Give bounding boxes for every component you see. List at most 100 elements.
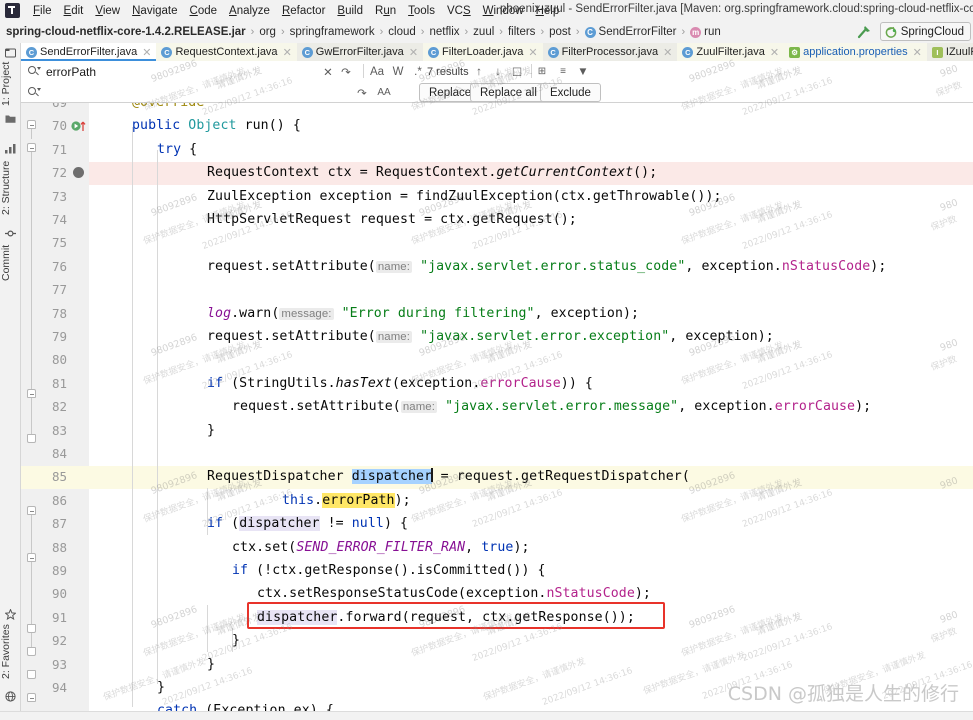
tab-label: IZuulFilter.java	[945, 46, 973, 58]
replace-all-button[interactable]: Replace all	[470, 83, 547, 102]
menu-view[interactable]: View	[89, 3, 126, 19]
breadcrumb-item-class[interactable]: C SendErrorFilter	[584, 26, 677, 38]
close-icon[interactable]: ✕	[663, 46, 672, 59]
menu-vcs[interactable]: VCS	[441, 3, 477, 19]
replace-input[interactable]	[46, 83, 366, 102]
exclude-button[interactable]: Exclude	[540, 83, 601, 102]
history-icon[interactable]: ↷	[335, 62, 357, 81]
menu-navigate[interactable]: Navigate	[126, 3, 183, 19]
fold-marker[interactable]	[27, 120, 36, 129]
hammer-icon[interactable]	[856, 23, 874, 41]
fold-marker[interactable]	[27, 693, 36, 702]
breadcrumb-item-netflix[interactable]: netflix	[429, 26, 459, 38]
close-icon[interactable]: ✕	[409, 46, 418, 59]
breadcrumb-item-method[interactable]: m run	[690, 26, 721, 38]
replace-field-wrapper[interactable]	[21, 83, 367, 102]
breakpoint-icon[interactable]	[73, 167, 84, 178]
filter-icon[interactable]: ▼	[572, 62, 594, 81]
regex-icon[interactable]: .*	[407, 62, 429, 81]
sidebar-item-structure[interactable]: 2: Structure	[0, 155, 21, 221]
breadcrumb-separator: ›	[420, 26, 425, 38]
breadcrumb-item-org[interactable]: org	[259, 26, 276, 38]
project-icon[interactable]	[5, 47, 16, 58]
fold-marker[interactable]	[27, 389, 36, 398]
breadcrumb-item-springframework[interactable]: springframework	[290, 26, 375, 38]
search-field-wrapper[interactable]	[21, 62, 367, 81]
tab-zuul-filter[interactable]: C ZuulFilter.java ✕	[677, 43, 785, 61]
line-number: 82	[51, 399, 67, 415]
close-icon[interactable]: ✕	[770, 46, 779, 59]
breadcrumb-item-cloud[interactable]: cloud	[388, 26, 416, 38]
run-configuration-selector[interactable]: SpringCloud	[879, 22, 971, 41]
close-icon[interactable]: ✕	[142, 46, 151, 59]
breadcrumb-separator: ›	[540, 26, 545, 38]
menu-analyze[interactable]: Analyze	[223, 3, 276, 19]
menu-run[interactable]: Run	[369, 3, 402, 19]
web-icon[interactable]	[5, 691, 16, 702]
tab-application-properties[interactable]: ⚙ application.properties ✕	[784, 43, 927, 61]
menu-edit[interactable]: Edit	[58, 3, 90, 19]
breadcrumb-item-post[interactable]: post	[549, 26, 571, 38]
sidebar-item-project[interactable]: 1: Project	[0, 59, 21, 109]
star-icon[interactable]	[4, 608, 17, 621]
line-number: 78	[51, 305, 67, 321]
line-number: 80	[51, 352, 67, 368]
fold-marker[interactable]	[27, 670, 36, 679]
breadcrumb-item-jar[interactable]: spring-cloud-netflix-core-1.4.2.RELEASE.…	[6, 26, 246, 38]
select-all-occurrences-icon[interactable]: ☐	[506, 62, 528, 81]
menu-refactor[interactable]: Refactor	[276, 3, 331, 19]
fold-marker[interactable]	[27, 434, 36, 443]
code-line-90: ctx.setResponseStatusCode(exception.nSta…	[257, 586, 651, 602]
fold-marker[interactable]	[27, 143, 36, 152]
annotation-override: @Override	[132, 103, 204, 110]
filter-in-comments-icon[interactable]: ≡	[552, 62, 574, 81]
fold-marker[interactable]	[27, 506, 36, 515]
code-line-85: RequestDispatcher dispatcher = request.g…	[207, 468, 690, 485]
fold-marker[interactable]	[27, 553, 36, 562]
replace-history-icon[interactable]: ↷	[351, 83, 373, 102]
breadcrumb-item-filters[interactable]: filters	[508, 26, 535, 38]
folder-icon[interactable]	[5, 113, 16, 124]
close-icon[interactable]: ✕	[913, 46, 922, 59]
run-method-gutter-icon[interactable]	[71, 119, 87, 133]
tab-label: ZuulFilter.java	[696, 46, 765, 58]
code-line-69: @Override	[132, 103, 204, 114]
class-icon: C	[584, 26, 596, 38]
sidebar-item-commit[interactable]: Commit	[0, 240, 21, 286]
sidebar-item-favorites[interactable]: 2: Favorites	[0, 621, 21, 683]
tab-label: FilterProcessor.java	[561, 46, 659, 58]
menu-bar: File Edit View Navigate Code Analyze Ref…	[0, 0, 973, 21]
csdn-watermark: CSDN @孤独是人生的修行	[727, 683, 959, 705]
preserve-case-icon[interactable]: ⊞	[531, 62, 553, 81]
structure-icon[interactable]	[5, 143, 16, 154]
tab-izuul-filter[interactable]: I IZuulFilter.java ✕	[927, 43, 973, 61]
code-line-74: HttpServletRequest request = ctx.getRequ…	[207, 212, 577, 227]
breadcrumb-item-zuul[interactable]: zuul	[473, 26, 494, 38]
tab-send-error-filter[interactable]: C SendErrorFilter.java ✕	[21, 43, 157, 61]
breadcrumb: spring-cloud-netflix-core-1.4.2.RELEASE.…	[0, 21, 973, 43]
whole-words-icon[interactable]: W	[387, 62, 409, 81]
class-icon: C	[682, 46, 694, 58]
tab-filter-processor[interactable]: C FilterProcessor.java ✕	[543, 43, 678, 61]
toolbar-right: SpringCloud	[856, 22, 971, 41]
tab-filter-loader[interactable]: C FilterLoader.java ✕	[423, 43, 543, 61]
class-icon: C	[428, 46, 440, 58]
spring-icon	[885, 26, 897, 38]
close-icon[interactable]: ✕	[283, 46, 292, 59]
menu-file[interactable]: File	[27, 3, 58, 19]
close-icon[interactable]: ✕	[528, 46, 537, 59]
menu-build[interactable]: Build	[331, 3, 369, 19]
code-editor[interactable]: 69 70 71 72 73 74 75 76 77 78 79 80 81 8…	[21, 103, 973, 711]
tab-request-context[interactable]: C RequestContext.java ✕	[156, 43, 297, 61]
menu-tools[interactable]: Tools	[402, 3, 441, 19]
menu-code[interactable]: Code	[184, 3, 224, 19]
commit-icon[interactable]	[5, 228, 16, 239]
preserve-case-toggle-icon[interactable]: AA	[373, 83, 395, 102]
fold-marker[interactable]	[27, 647, 36, 656]
fold-marker[interactable]	[27, 624, 36, 633]
fold-column[interactable]	[89, 103, 107, 711]
match-case-icon[interactable]: Aa	[366, 62, 388, 81]
interface-icon: I	[931, 46, 943, 58]
tab-gw-error-filter[interactable]: C GwErrorFilter.java ✕	[297, 43, 423, 61]
code-line-71: try {	[157, 141, 198, 157]
